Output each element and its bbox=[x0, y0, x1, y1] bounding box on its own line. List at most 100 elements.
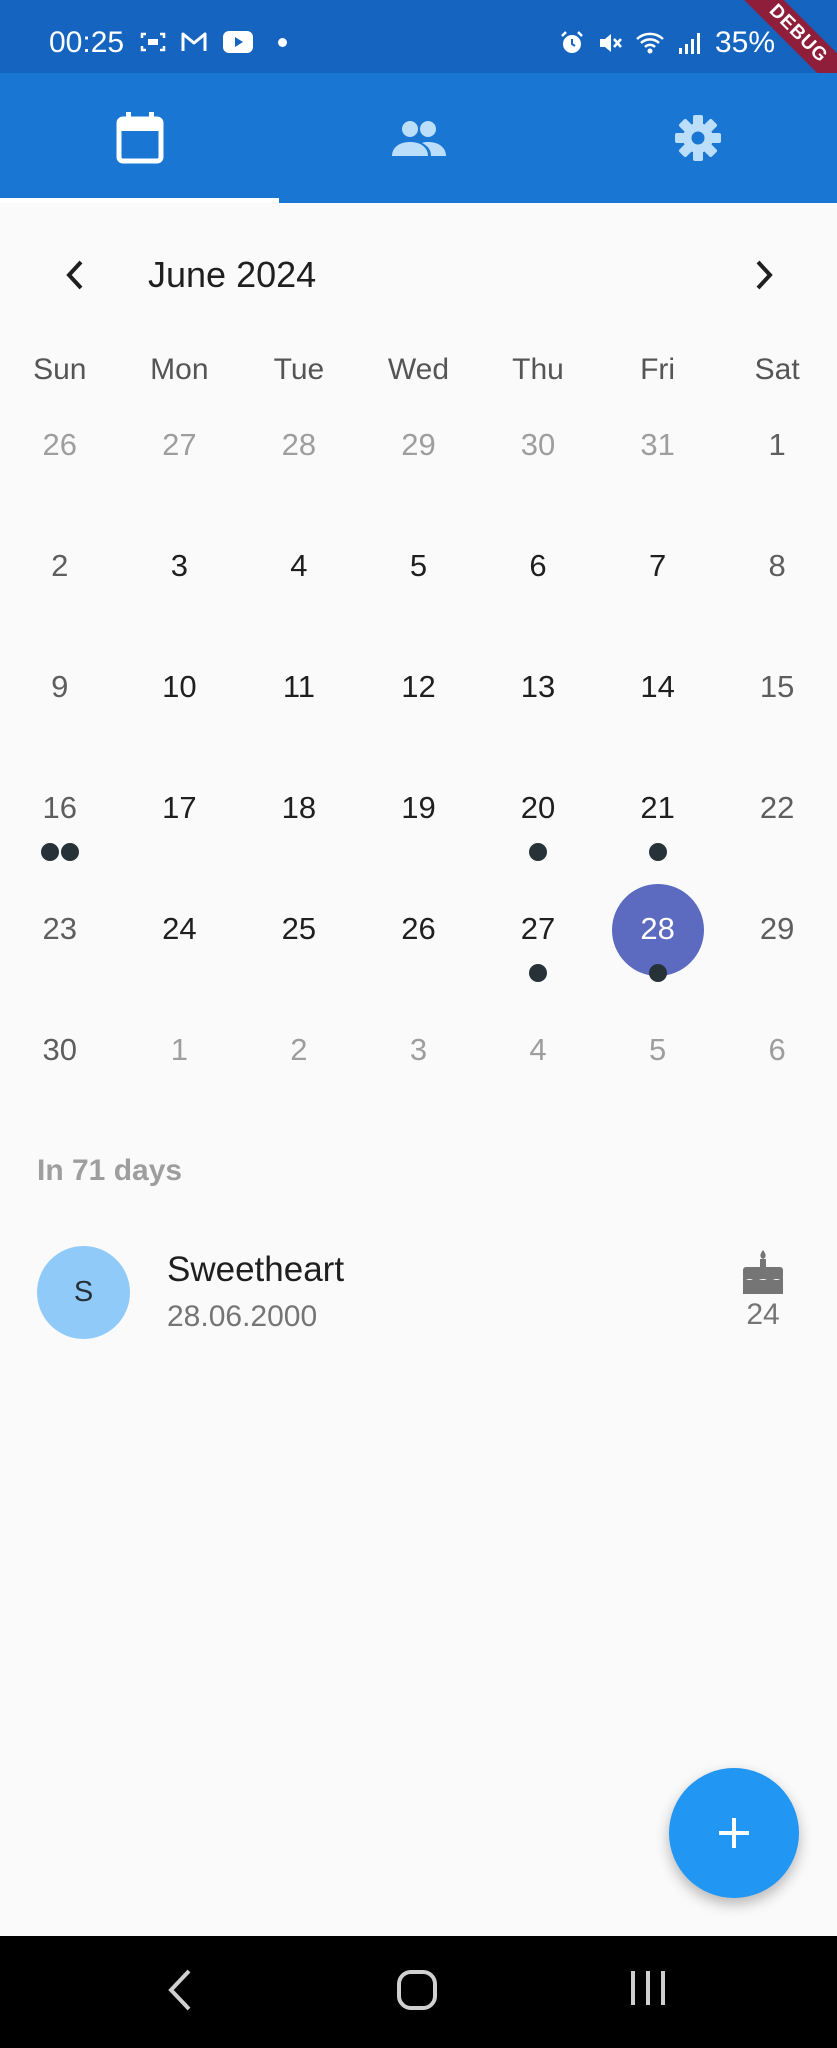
alarm-icon bbox=[561, 31, 583, 53]
day-number: 28 bbox=[640, 911, 675, 946]
calendar-day[interactable]: 26 bbox=[359, 889, 479, 1010]
calendar-day[interactable]: 14 bbox=[598, 647, 718, 768]
day-number: 30 bbox=[42, 1032, 78, 1067]
calendar-day[interactable]: 12 bbox=[359, 647, 479, 768]
day-number: 5 bbox=[409, 548, 428, 583]
day-number: 4 bbox=[529, 1032, 547, 1067]
calendar-day[interactable]: 16 bbox=[0, 768, 120, 889]
event-age: 24 bbox=[746, 1298, 780, 1331]
calendar-day[interactable]: 22 bbox=[717, 768, 837, 889]
calendar-day[interactable]: 4 bbox=[478, 1010, 598, 1131]
add-event-button[interactable] bbox=[669, 1768, 799, 1898]
recent-apps-icon[interactable] bbox=[628, 1969, 668, 2007]
day-number: 5 bbox=[648, 1032, 667, 1067]
day-number: 3 bbox=[409, 1032, 428, 1067]
day-number: 28 bbox=[281, 427, 317, 462]
day-number: 11 bbox=[282, 669, 315, 704]
day-number: 6 bbox=[768, 1032, 786, 1067]
calendar-day[interactable]: 1 bbox=[717, 405, 837, 526]
day-number: 2 bbox=[51, 548, 69, 583]
calendar-day[interactable]: 5 bbox=[359, 526, 479, 647]
back-icon[interactable] bbox=[165, 1968, 195, 2012]
calendar-day[interactable]: 26 bbox=[0, 405, 120, 526]
calendar-day[interactable]: 6 bbox=[478, 526, 598, 647]
calendar-day[interactable]: 5 bbox=[598, 1010, 718, 1131]
battery-percent: 35% bbox=[714, 26, 775, 59]
calendar-day[interactable]: 8 bbox=[717, 526, 837, 647]
calendar-day[interactable]: 1 bbox=[120, 1010, 240, 1131]
day-number: 7 bbox=[648, 548, 667, 583]
calendar-day[interactable]: 29 bbox=[359, 405, 479, 526]
month-title: June 2024 bbox=[148, 254, 317, 295]
calendar-day[interactable]: 7 bbox=[598, 526, 718, 647]
calendar-day[interactable]: 4 bbox=[239, 526, 359, 647]
calendar-day[interactable]: 2 bbox=[239, 1010, 359, 1131]
next-month-button[interactable] bbox=[744, 255, 784, 295]
calendar-day[interactable]: 27 bbox=[478, 889, 598, 1010]
calendar-day[interactable]: 31 bbox=[598, 405, 718, 526]
tab-people[interactable] bbox=[279, 73, 558, 203]
calendar-day[interactable]: 30 bbox=[0, 1010, 120, 1131]
day-number: 1 bbox=[170, 1032, 188, 1067]
calendar-day[interactable]: 11 bbox=[239, 647, 359, 768]
tab-calendar[interactable] bbox=[0, 73, 279, 203]
day-number: 15 bbox=[759, 669, 795, 704]
calendar-day[interactable]: 18 bbox=[239, 768, 359, 889]
calendar-day[interactable]: 30 bbox=[478, 405, 598, 526]
day-number: 10 bbox=[162, 669, 197, 704]
event-marker-dot bbox=[60, 843, 79, 861]
day-number: 27 bbox=[162, 427, 197, 462]
calendar-day[interactable]: 21 bbox=[598, 768, 718, 889]
event-markers bbox=[478, 964, 598, 982]
weekday-label: Wed bbox=[387, 353, 450, 386]
event-list-item[interactable]: S Sweetheart 28.06.2000 24 bbox=[0, 1232, 837, 1352]
status-bar: 00:25 35% DEBUG bbox=[0, 0, 837, 73]
day-number: 3 bbox=[170, 548, 188, 583]
upcoming-section-label: In 71 days bbox=[37, 1154, 183, 1187]
home-icon[interactable] bbox=[396, 1969, 438, 2011]
gmail-icon bbox=[181, 32, 207, 51]
day-number: 6 bbox=[529, 548, 547, 583]
people-icon bbox=[391, 121, 446, 156]
day-number: 20 bbox=[520, 790, 556, 825]
calendar-day[interactable]: 2 bbox=[0, 526, 120, 647]
settings-gear-icon bbox=[674, 115, 721, 161]
calendar-day[interactable]: 3 bbox=[359, 1010, 479, 1131]
calendar-week-row: 2 3 4 5 6 7 8 bbox=[0, 526, 837, 647]
calendar-day[interactable]: 29 bbox=[717, 889, 837, 1010]
event-name: Sweetheart bbox=[167, 1250, 345, 1289]
weekday-label: Thu bbox=[512, 353, 564, 386]
calendar-day[interactable]: 17 bbox=[120, 768, 240, 889]
calendar-day[interactable]: 6 bbox=[717, 1010, 837, 1131]
plus-icon bbox=[719, 1818, 749, 1848]
previous-month-button[interactable] bbox=[55, 255, 95, 295]
wifi-icon bbox=[636, 32, 664, 54]
day-number: 27 bbox=[520, 911, 556, 946]
calendar-day[interactable]: 13 bbox=[478, 647, 598, 768]
calendar-day[interactable]: 24 bbox=[120, 889, 240, 1010]
event-markers bbox=[598, 964, 718, 982]
calendar-day[interactable]: 15 bbox=[717, 647, 837, 768]
calendar-day[interactable]: 9 bbox=[0, 647, 120, 768]
calendar-day[interactable]: 19 bbox=[359, 768, 479, 889]
calendar-day[interactable]: 25 bbox=[239, 889, 359, 1010]
signal-icon bbox=[678, 33, 700, 54]
tab-settings[interactable] bbox=[558, 73, 837, 203]
calendar-day[interactable]: 27 bbox=[120, 405, 240, 526]
day-number: 26 bbox=[42, 427, 78, 462]
calendar-day[interactable]: 20 bbox=[478, 768, 598, 889]
calendar-day[interactable]: 3 bbox=[120, 526, 240, 647]
calendar-day[interactable]: 23 bbox=[0, 889, 120, 1010]
weekday-label: Sun bbox=[33, 353, 87, 386]
tab-bar bbox=[0, 73, 837, 203]
event-marker-dot bbox=[648, 964, 667, 982]
calendar-day-selected[interactable]: 28 bbox=[598, 884, 718, 1010]
calendar-day[interactable]: 28 bbox=[239, 405, 359, 526]
birthday-cake-icon bbox=[743, 1250, 783, 1294]
chevron-left-icon bbox=[66, 260, 83, 290]
calendar-day[interactable]: 10 bbox=[120, 647, 240, 768]
calendar-icon bbox=[116, 112, 163, 164]
calendar-week-row: 9 10 11 12 13 14 15 bbox=[0, 647, 837, 768]
day-number: 30 bbox=[520, 427, 556, 462]
calendar-weeks: 26 27 28 29 30 31 1 2 3 4 5 6 7 8 9 10 11 12 13 14 15 16 17 18 1… bbox=[0, 405, 837, 1131]
